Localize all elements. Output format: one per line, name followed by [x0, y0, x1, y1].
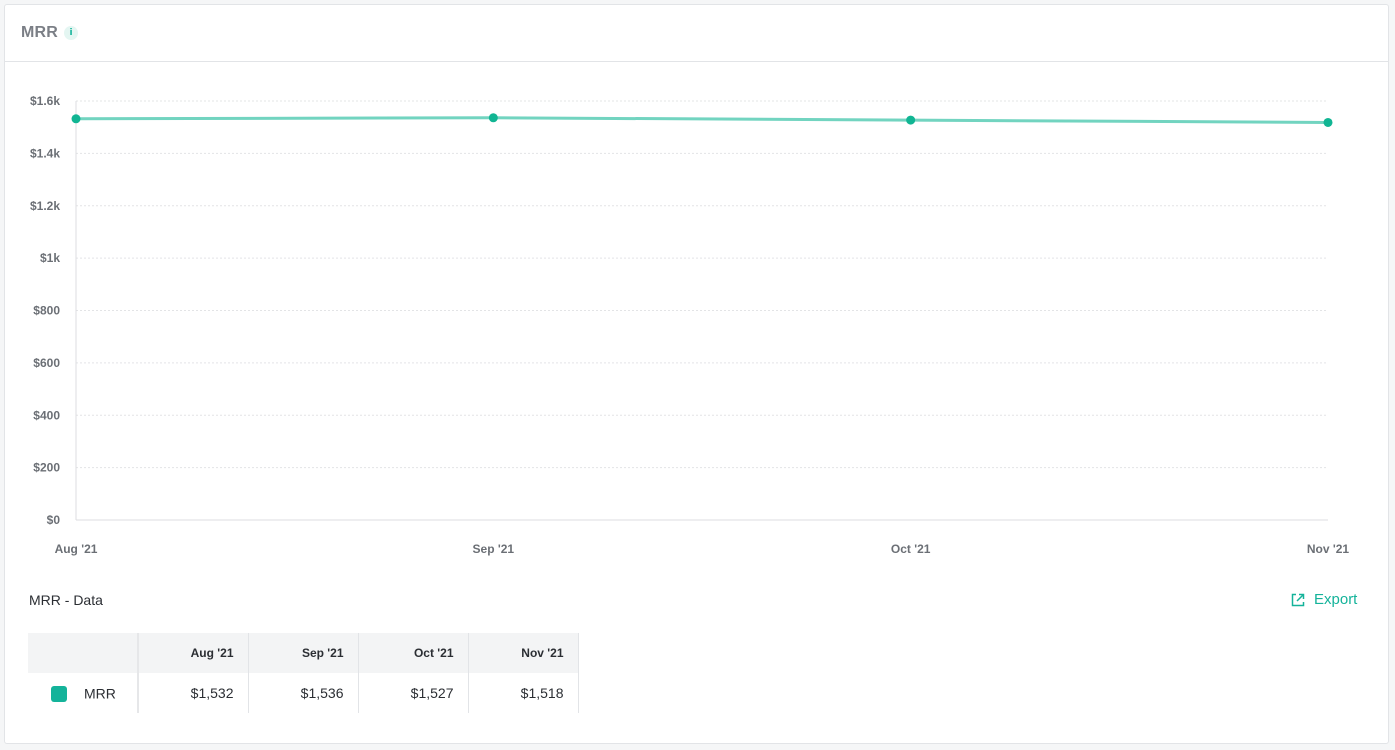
data-section-title: MRR - Data	[29, 592, 103, 608]
mrr-line-chart: $0 $200 $400 $600 $800 $1k $1.2k $1.4k $1.6k Aug …	[30, 94, 1350, 556]
x-tick-label: Aug '21	[55, 542, 98, 556]
y-tick-label: $1.4k	[30, 146, 60, 160]
y-tick-label: $1k	[40, 251, 60, 265]
data-point	[906, 115, 916, 125]
table-header-row: Aug '21 Sep '21 Oct '21 Nov '21	[28, 633, 579, 673]
column-header: Oct '21	[358, 633, 469, 673]
data-point	[1323, 117, 1333, 127]
y-tick-label: $600	[33, 356, 60, 370]
y-tick-label: $0	[47, 513, 61, 527]
data-point	[71, 114, 81, 124]
y-tick-label: $1.6k	[30, 94, 60, 108]
series-line	[75, 116, 1329, 124]
x-tick-label: Oct '21	[891, 542, 931, 556]
table-cell: $1,518	[468, 673, 579, 713]
table-cell: $1,536	[248, 673, 359, 713]
x-tick-label: Sep '21	[473, 542, 515, 556]
data-point	[488, 113, 498, 123]
series-cell: MRR	[28, 673, 139, 713]
table-cell: $1,532	[138, 673, 249, 713]
y-tick-label: $800	[33, 304, 60, 318]
column-header: Aug '21	[138, 633, 249, 673]
column-header: Sep '21	[248, 633, 359, 673]
legend-swatch	[51, 685, 67, 702]
series-column-header	[28, 633, 139, 673]
export-button[interactable]: Export	[1290, 591, 1357, 608]
y-tick-label: $1.2k	[30, 199, 60, 213]
y-tick-label: $200	[33, 461, 60, 475]
export-label: Export	[1314, 591, 1358, 608]
column-header: Nov '21	[468, 633, 579, 673]
table-row: MRR $1,532 $1,536 $1,527 $1,518	[28, 673, 579, 713]
y-tick-label: $400	[33, 408, 60, 422]
external-link-icon	[1291, 593, 1305, 606]
x-tick-label: Nov '21	[1307, 542, 1350, 556]
series-name: MRR	[84, 685, 116, 702]
data-table: Aug '21 Sep '21 Oct '21 Nov '21 MRR $1,5…	[28, 633, 579, 713]
table-cell: $1,527	[358, 673, 469, 713]
